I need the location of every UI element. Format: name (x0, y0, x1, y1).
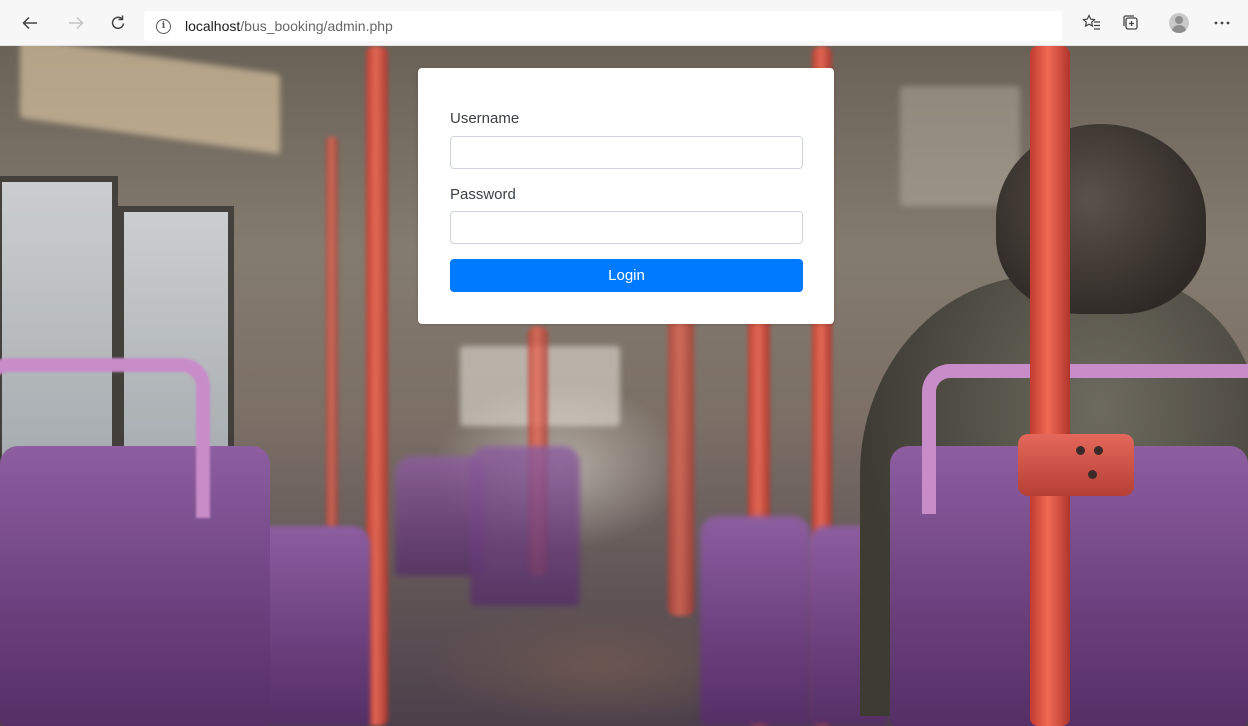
add-favorite-icon[interactable] (1078, 9, 1106, 37)
browser-toolbar: i localhost/bus_booking/admin.php (0, 0, 1248, 46)
back-arrow-icon[interactable] (16, 9, 44, 37)
url-path: /bus_booking/admin.php (240, 18, 393, 34)
address-bar[interactable]: i localhost/bus_booking/admin.php (144, 11, 1062, 41)
login-button[interactable]: Login (450, 259, 803, 292)
login-card: Username Password Login (418, 68, 834, 324)
password-input[interactable] (450, 211, 803, 244)
forward-arrow-icon[interactable] (62, 9, 90, 37)
more-options-icon[interactable] (1208, 9, 1236, 37)
username-label: Username (450, 110, 520, 127)
site-info-icon[interactable]: i (156, 18, 171, 34)
refresh-icon[interactable] (104, 9, 132, 37)
username-input[interactable] (450, 136, 803, 169)
url-host: localhost (185, 18, 241, 34)
profile-avatar-icon[interactable] (1169, 13, 1189, 33)
password-label: Password (450, 186, 516, 203)
collections-icon[interactable] (1117, 9, 1145, 37)
